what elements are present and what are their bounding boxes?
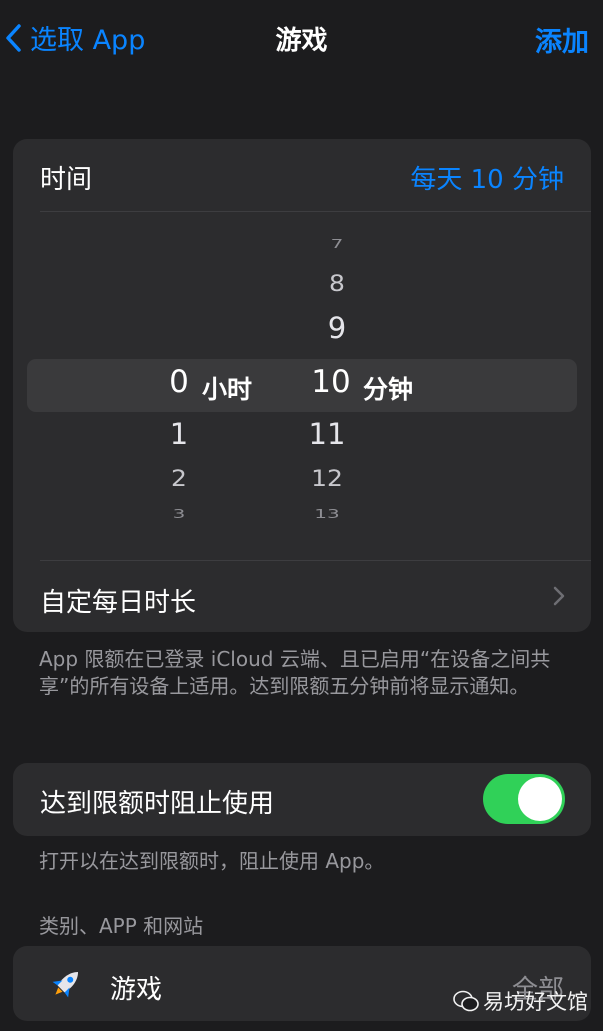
hour-option: 3 bbox=[172, 506, 186, 522]
category-label: 游戏 bbox=[110, 975, 163, 1005]
toggle-knob bbox=[518, 777, 562, 821]
block-at-limit-toggle[interactable] bbox=[483, 774, 565, 824]
navigation-bar: 选取 App 游戏 添加 bbox=[0, 0, 603, 80]
watermark-text: 易坊好文馆 bbox=[483, 990, 588, 1014]
time-label: 时间 bbox=[40, 165, 93, 195]
page-title: 游戏 bbox=[275, 26, 328, 56]
wechat-icon bbox=[453, 990, 479, 1012]
minute-option: 8 bbox=[329, 270, 345, 297]
minute-option: 9 bbox=[327, 311, 347, 345]
custom-daily-duration-label: 自定每日时长 bbox=[40, 588, 197, 618]
minute-option: 13 bbox=[314, 506, 340, 522]
time-limit-card: 时间 每天 10 分钟 0 小时 1 2 3 7 8 9 10 分钟 11 12… bbox=[13, 139, 591, 632]
hour-selected: 0 bbox=[169, 364, 189, 400]
time-row[interactable]: 时间 每天 10 分钟 bbox=[13, 139, 591, 211]
minute-option: 7 bbox=[330, 236, 344, 252]
minute-unit: 分钟 bbox=[363, 375, 414, 404]
watermark: 易坊好文馆 bbox=[453, 986, 588, 1016]
time-value: 每天 10 分钟 bbox=[410, 165, 564, 195]
rocket-icon bbox=[52, 971, 79, 998]
limit-footer-note: App 限额在已登录 iCloud 云端、且已启用“在设备之间共享”的所有设备上… bbox=[39, 647, 551, 698]
custom-daily-duration-row[interactable]: 自定每日时长 bbox=[13, 560, 591, 632]
hour-option: 1 bbox=[169, 417, 189, 451]
minute-option: 11 bbox=[308, 417, 346, 451]
section-header: 类别、APP 和网站 bbox=[39, 914, 204, 938]
hour-option: 2 bbox=[171, 465, 187, 492]
block-at-limit-card: 达到限额时阻止使用 bbox=[13, 763, 591, 836]
duration-picker[interactable]: 0 小时 1 2 3 7 8 9 10 分钟 11 12 13 bbox=[13, 212, 591, 560]
minute-selected: 10 bbox=[311, 364, 351, 400]
chevron-right-icon bbox=[553, 586, 565, 606]
minute-option: 12 bbox=[311, 465, 343, 492]
hour-unit: 小时 bbox=[202, 375, 253, 404]
block-footer-note: 打开以在达到限额时，阻止使用 App。 bbox=[39, 849, 385, 873]
add-button[interactable]: 添加 bbox=[535, 20, 589, 59]
block-at-limit-label: 达到限额时阻止使用 bbox=[40, 789, 275, 819]
